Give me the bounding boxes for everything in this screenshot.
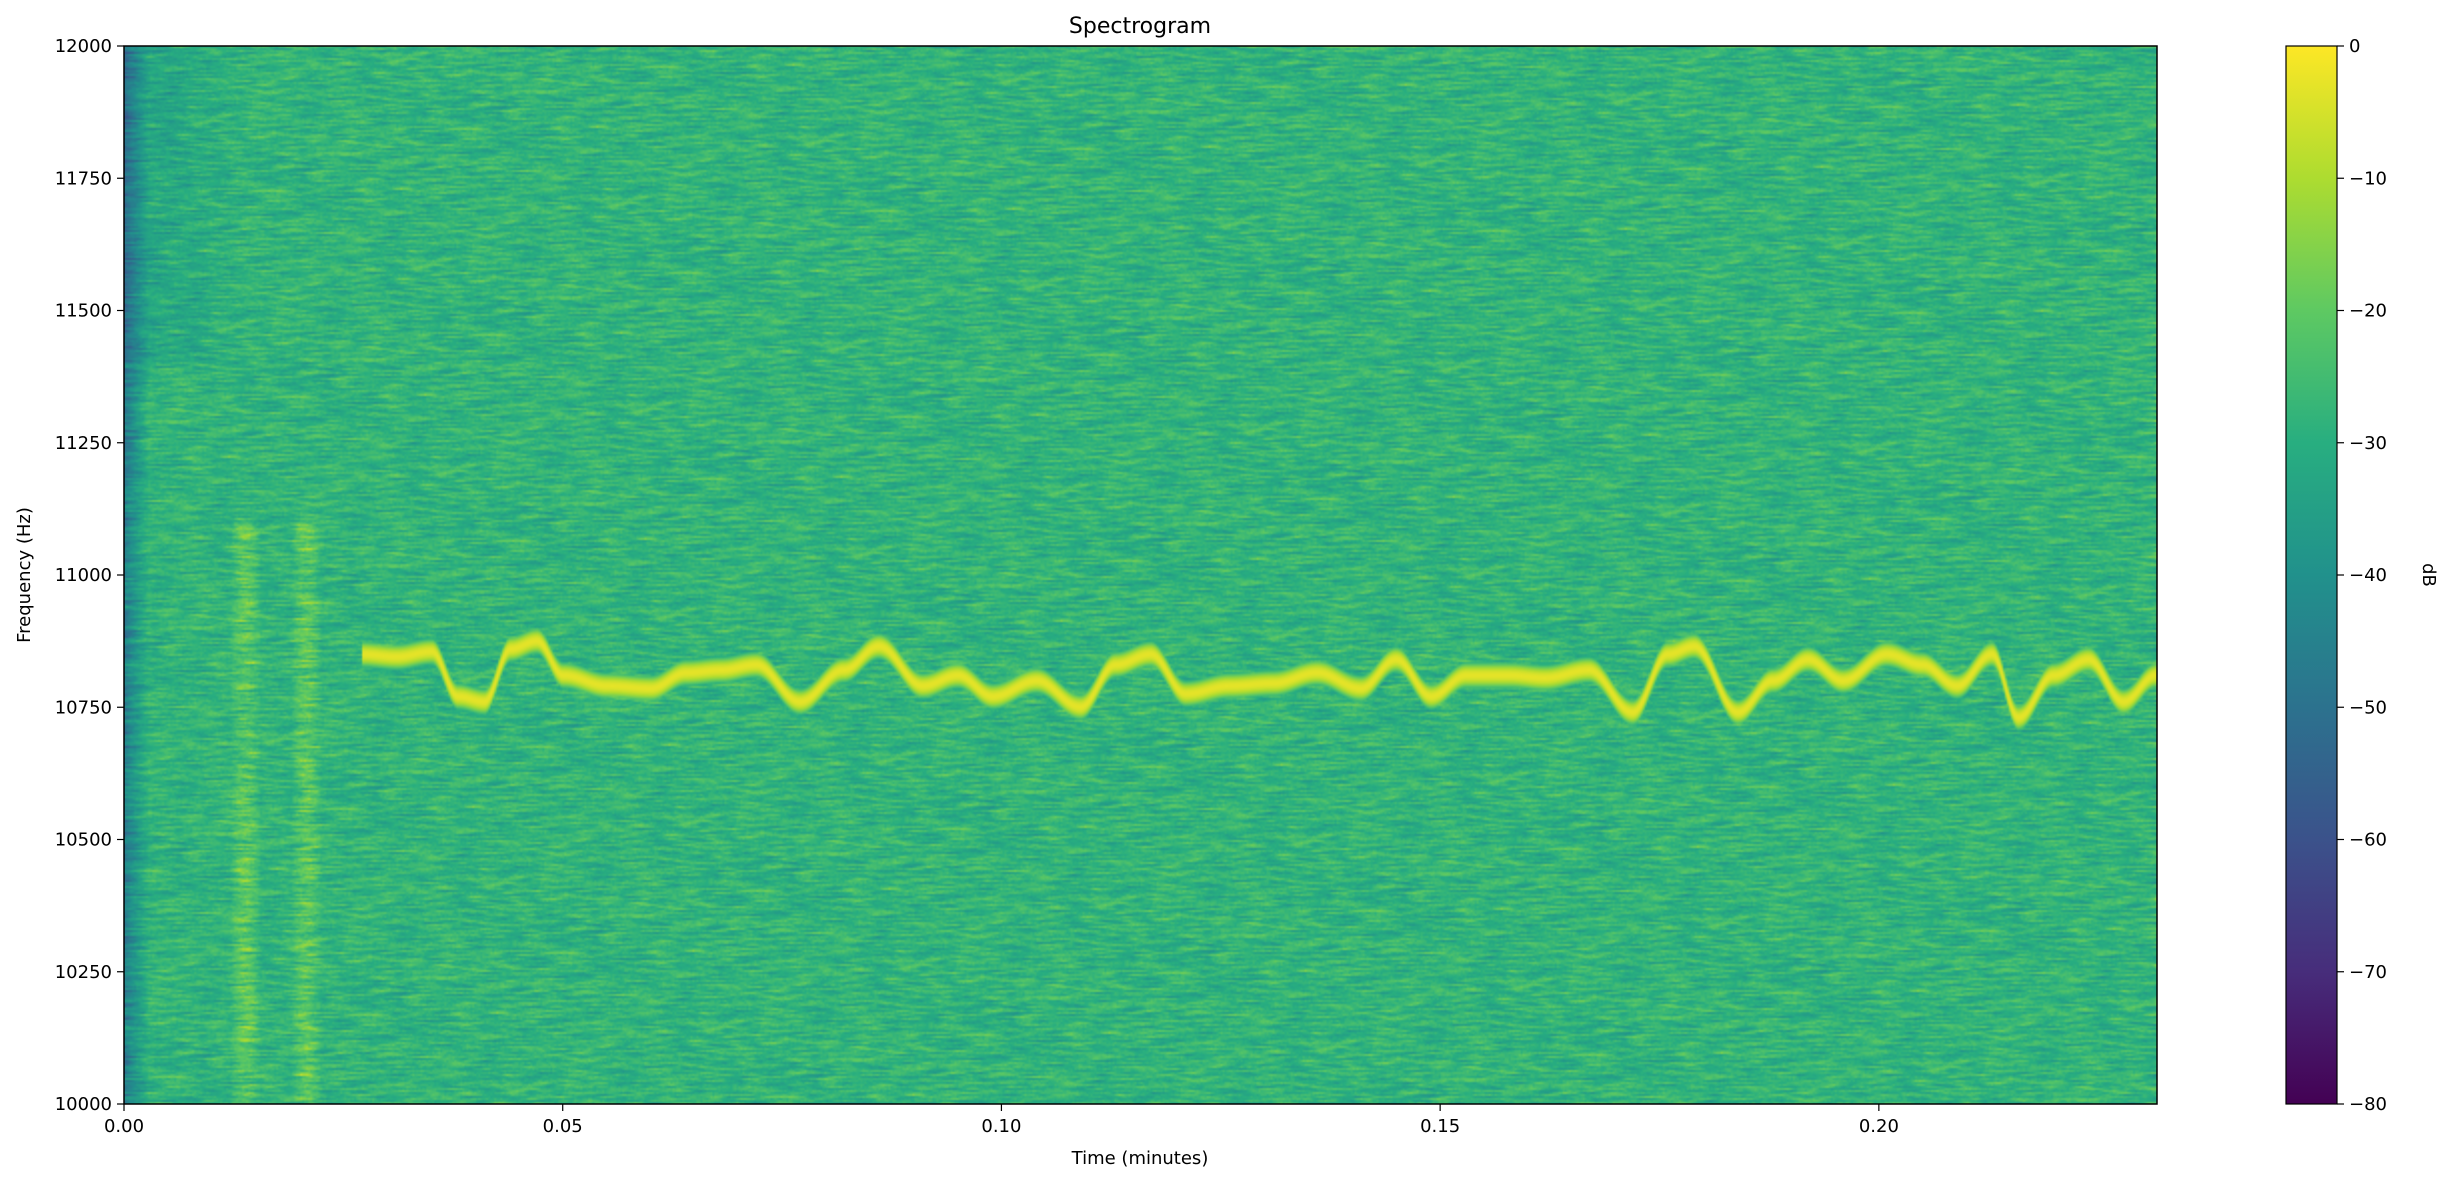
y-tick-label: 10500	[55, 830, 112, 851]
x-axis-label: Time (minutes)	[1071, 1148, 1209, 1169]
y-tick-label: 10000	[55, 1094, 112, 1115]
y-tick-label: 10250	[55, 962, 112, 983]
x-axis: 0.00 0.05 0.10 0.15 0.20	[104, 1104, 1899, 1137]
colorbar-label: dB	[2418, 563, 2439, 587]
x-tick-label: 0.05	[543, 1116, 583, 1137]
colorbar-tick-label: −70	[2349, 962, 2387, 983]
spectrogram-heatmap	[124, 46, 2157, 1104]
y-tick-label: 11000	[55, 565, 112, 586]
x-tick-label: 0.00	[104, 1116, 144, 1137]
chart-title: Spectrogram	[1069, 14, 1211, 39]
x-tick-label: 0.20	[1859, 1116, 1899, 1137]
y-axis-label: Frequency (Hz)	[14, 507, 35, 643]
spectrogram-figure: Spectrogram 0.00 0.05 0.10 0.15 0.20 1000010…	[14, 14, 2439, 1169]
y-tick-label: 11750	[55, 168, 112, 189]
colorbar-tick-label: −30	[2349, 433, 2387, 454]
colorbar-ticks: 0 −10 −20 −30 −40 −50 −60 −70 −80	[2337, 36, 2387, 1115]
spectrogram-plot-area	[124, 46, 2157, 1104]
colorbar-tick-label: −10	[2349, 168, 2387, 189]
colorbar: 0 −10 −20 −30 −40 −50 −60 −70 −80 dB	[2285, 36, 2439, 1115]
y-tick-label: 10750	[55, 697, 112, 718]
y-tick-label: 11250	[55, 433, 112, 454]
colorbar-tick-label: −80	[2349, 1094, 2387, 1115]
colorbar-tick-label: 0	[2349, 36, 2360, 57]
y-tick-label: 11500	[55, 301, 112, 322]
colorbar-tick-label: −60	[2349, 830, 2387, 851]
colorbar-gradient	[2285, 45, 2338, 1105]
y-axis: 10000 10250 10500 10750 11000 11250 11500 11750…	[55, 36, 124, 1115]
colorbar-tick-label: −40	[2349, 565, 2387, 586]
colorbar-tick-label: −50	[2349, 697, 2387, 718]
y-tick-label: 12000	[55, 36, 112, 57]
x-tick-label: 0.15	[1420, 1116, 1460, 1137]
colorbar-tick-label: −20	[2349, 301, 2387, 322]
x-tick-label: 0.10	[981, 1116, 1021, 1137]
